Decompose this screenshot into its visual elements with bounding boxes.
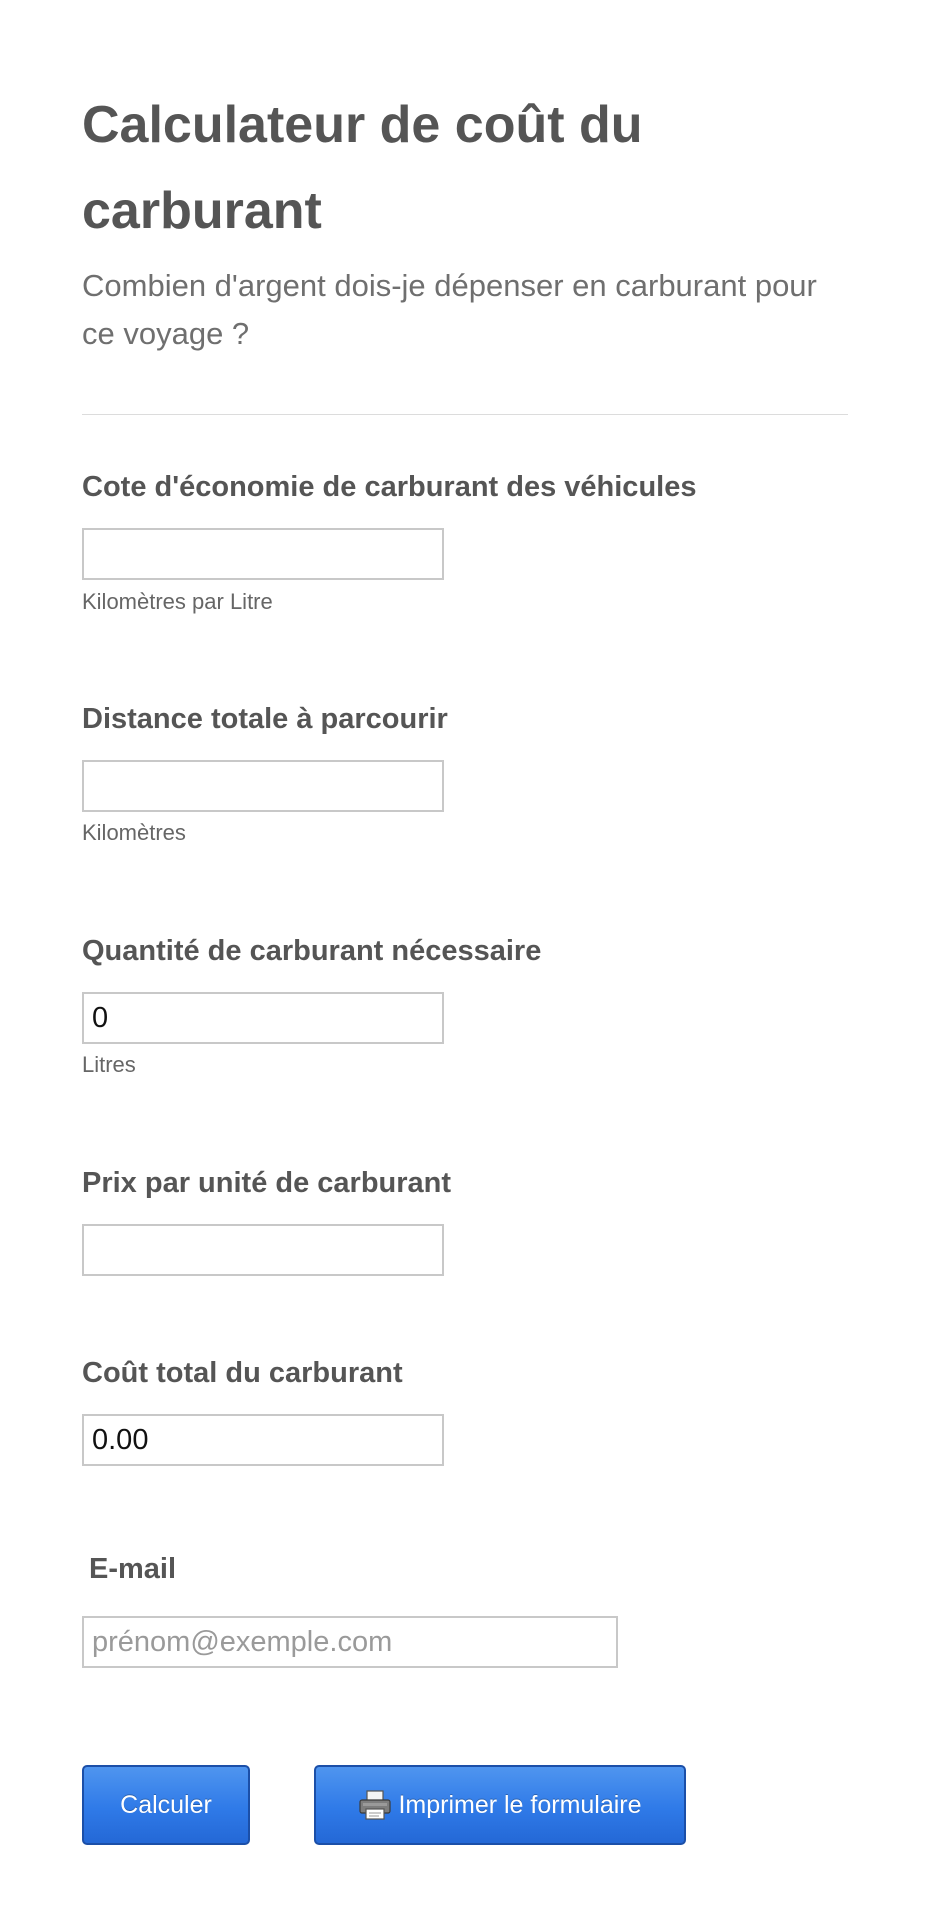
fuel-cost-form: Calculateur de coût du carburant Combien… <box>0 0 930 1926</box>
total-cost-input[interactable] <box>82 1414 444 1466</box>
email-input[interactable] <box>82 1616 618 1668</box>
distance-hint: Kilomètres <box>82 820 186 845</box>
page-subtitle: Combien d'argent dois-je dépenser en car… <box>82 268 817 351</box>
calculate-button-label: Calculer <box>120 1790 212 1819</box>
fuel-needed-hint: Litres <box>82 1052 136 1077</box>
distance-label: Distance totale à parcourir <box>82 703 448 735</box>
print-form-button[interactable]: Imprimer le formulaire <box>314 1765 686 1845</box>
distance-input[interactable] <box>82 760 444 812</box>
fuel-economy-label: Cote d'économie de carburant des véhicul… <box>82 471 697 503</box>
price-per-unit-label: Prix par unité de carburant <box>82 1167 452 1199</box>
total-cost-label: Coût total du carburant <box>82 1357 403 1389</box>
printer-icon <box>358 1789 392 1821</box>
print-form-button-label: Imprimer le formulaire <box>398 1790 642 1819</box>
fuel-economy-input[interactable] <box>82 528 444 580</box>
page-title: Calculateur de coût du carburant <box>82 96 643 240</box>
header-divider <box>82 414 848 415</box>
price-per-unit-input[interactable] <box>82 1224 444 1276</box>
fuel-economy-hint: Kilomètres par Litre <box>82 589 273 614</box>
email-label: E-mail <box>89 1553 177 1585</box>
calculate-button[interactable]: Calculer <box>82 1765 250 1845</box>
fuel-needed-input[interactable] <box>82 992 444 1044</box>
fuel-needed-label: Quantité de carburant nécessaire <box>82 935 542 967</box>
